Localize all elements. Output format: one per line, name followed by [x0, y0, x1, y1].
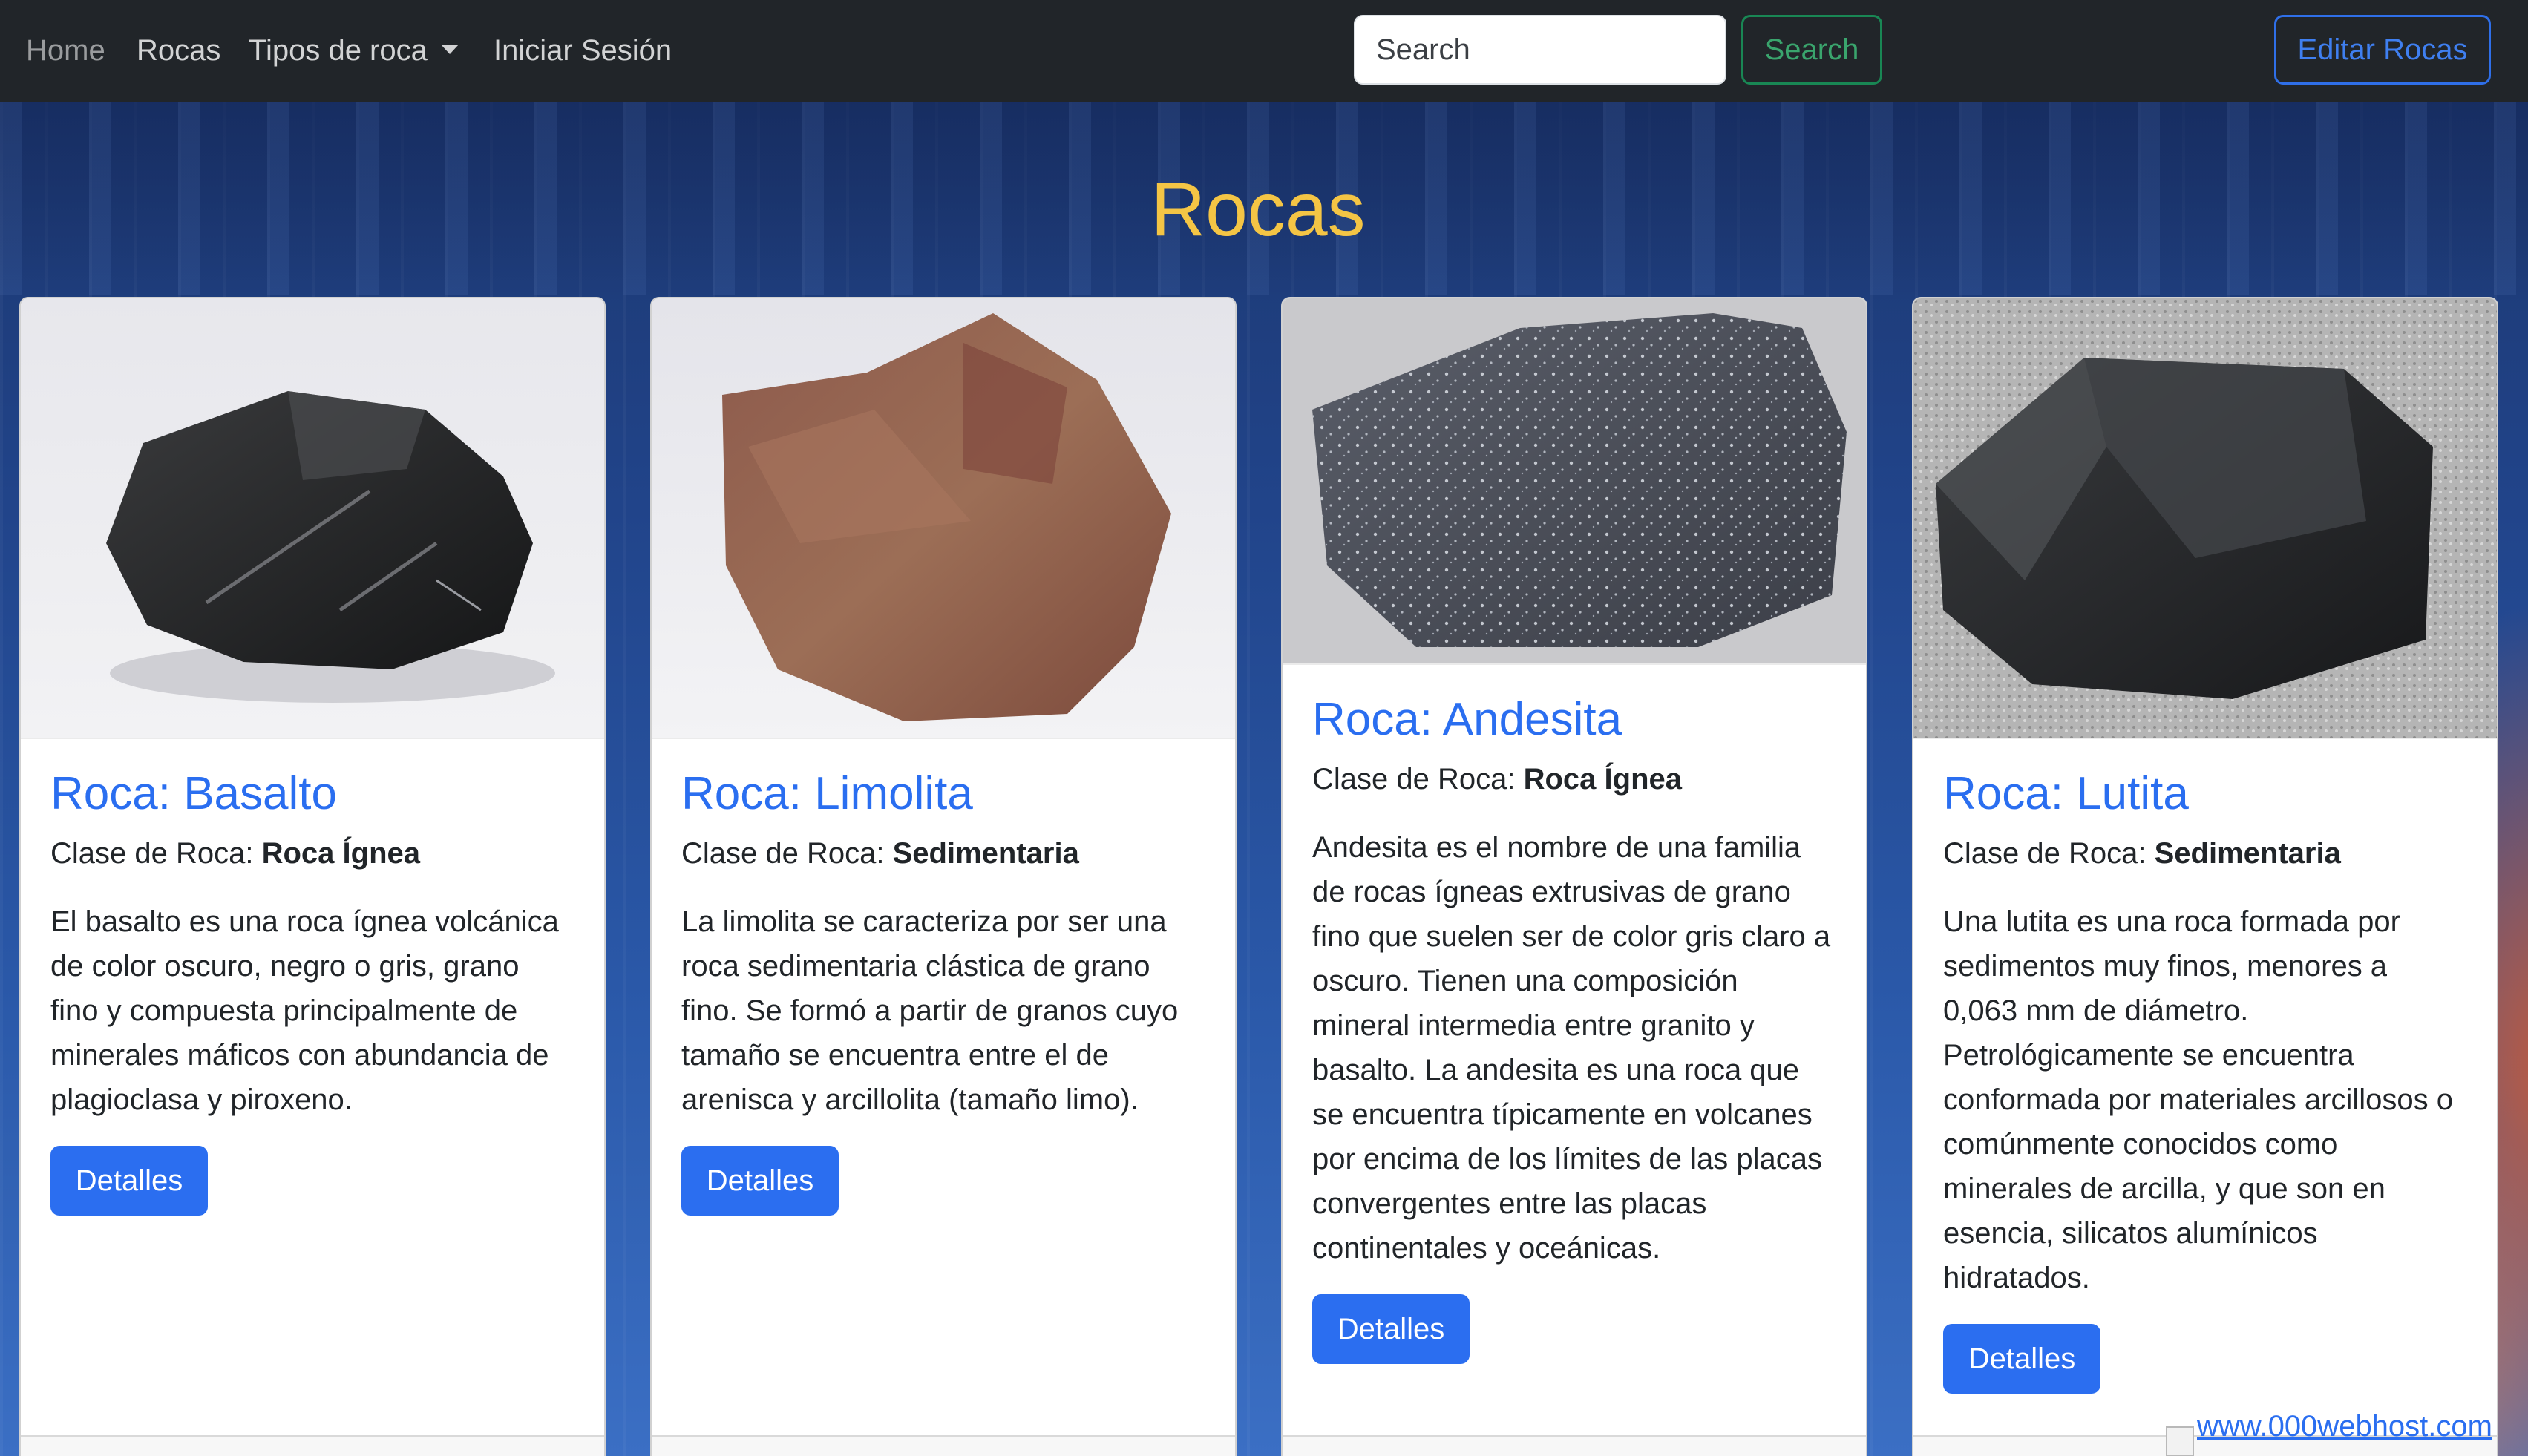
card-rock-class: Clase de Roca: Roca Ígnea	[1312, 758, 1836, 800]
card-rock-class: Clase de Roca: Roca Ígnea	[50, 833, 574, 874]
top-navbar: Home Rocas Tipos de roca Iniciar Sesión …	[0, 0, 2528, 102]
card-footer	[21, 1435, 604, 1456]
host-badge-link[interactable]: www.000webhost.com	[2166, 1410, 2492, 1456]
rock-card-lutita: Roca: Lutita Clase de Roca: Sedimentaria…	[1912, 297, 2498, 1456]
card-body: Roca: Andesita Clase de Roca: Roca Ígnea…	[1283, 665, 1866, 1391]
rock-class-value: Sedimentaria	[2154, 837, 2341, 870]
nav-dropdown-label: Tipos de roca	[249, 34, 428, 67]
card-body: Roca: Limolita Clase de Roca: Sedimentar…	[652, 739, 1235, 1242]
rock-class-label: Clase de Roca:	[1312, 763, 1516, 796]
details-button[interactable]: Detalles	[681, 1146, 839, 1216]
card-title: Roca: Andesita	[1312, 694, 1622, 745]
rock-card-andesita: Roca: Andesita Clase de Roca: Roca Ígnea…	[1281, 297, 1867, 1456]
rock-class-label: Clase de Roca:	[1943, 837, 2146, 870]
search-input[interactable]	[1354, 15, 1726, 85]
rock-class-value: Roca Ígnea	[1523, 763, 1683, 796]
rock-image-basalto	[21, 298, 604, 739]
card-rock-class: Clase de Roca: Sedimentaria	[1943, 833, 2467, 874]
card-footer	[652, 1435, 1235, 1456]
details-button[interactable]: Detalles	[1312, 1294, 1470, 1364]
rock-image-lutita	[1913, 298, 2497, 739]
card-description: La limolita se caracteriza por ser una r…	[681, 905, 1179, 1116]
details-button[interactable]: Detalles	[50, 1146, 208, 1216]
nav-link-rocas[interactable]: Rocas	[137, 31, 220, 70]
card-footer	[1283, 1435, 1866, 1456]
rock-class-value: Sedimentaria	[892, 837, 1079, 870]
nav-link-login[interactable]: Iniciar Sesión	[494, 31, 672, 70]
details-button[interactable]: Detalles	[1943, 1324, 2100, 1394]
edit-rocks-button[interactable]: Editar Rocas	[2274, 15, 2491, 85]
card-description: Andesita es el nombre de una familia de …	[1312, 831, 1831, 1265]
card-description: Una lutita es una roca formada por sedim…	[1943, 905, 2453, 1294]
search-button[interactable]: Search	[1741, 15, 1882, 85]
page-title: Rocas	[1150, 167, 1366, 252]
card-body: Roca: Basalto Clase de Roca: Roca Ígnea …	[21, 739, 604, 1242]
rock-image-andesita	[1283, 298, 1866, 665]
host-badge-text: www.000webhost.com	[2197, 1410, 2492, 1443]
rock-card-basalto: Roca: Basalto Clase de Roca: Roca Ígnea …	[19, 297, 606, 1456]
nav-link-home[interactable]: Home	[26, 31, 105, 70]
caret-down-icon	[440, 44, 459, 54]
rock-card-limolita: Roca: Limolita Clase de Roca: Sedimentar…	[650, 297, 1237, 1456]
rock-class-label: Clase de Roca:	[50, 837, 254, 870]
card-body: Roca: Lutita Clase de Roca: Sedimentaria…	[1913, 739, 2497, 1420]
broken-image-icon	[2166, 1426, 2194, 1456]
card-rock-class: Clase de Roca: Sedimentaria	[681, 833, 1205, 874]
rock-class-value: Roca Ígnea	[261, 837, 421, 870]
card-title: Roca: Basalto	[50, 768, 337, 819]
card-description: El basalto es una roca ígnea volcánica d…	[50, 905, 559, 1116]
card-title: Roca: Limolita	[681, 768, 973, 819]
nav-dropdown-tipos[interactable]: Tipos de roca	[249, 31, 459, 70]
rock-image-limolita	[652, 298, 1235, 739]
card-title: Roca: Lutita	[1943, 768, 2189, 819]
rock-class-label: Clase de Roca:	[681, 837, 885, 870]
